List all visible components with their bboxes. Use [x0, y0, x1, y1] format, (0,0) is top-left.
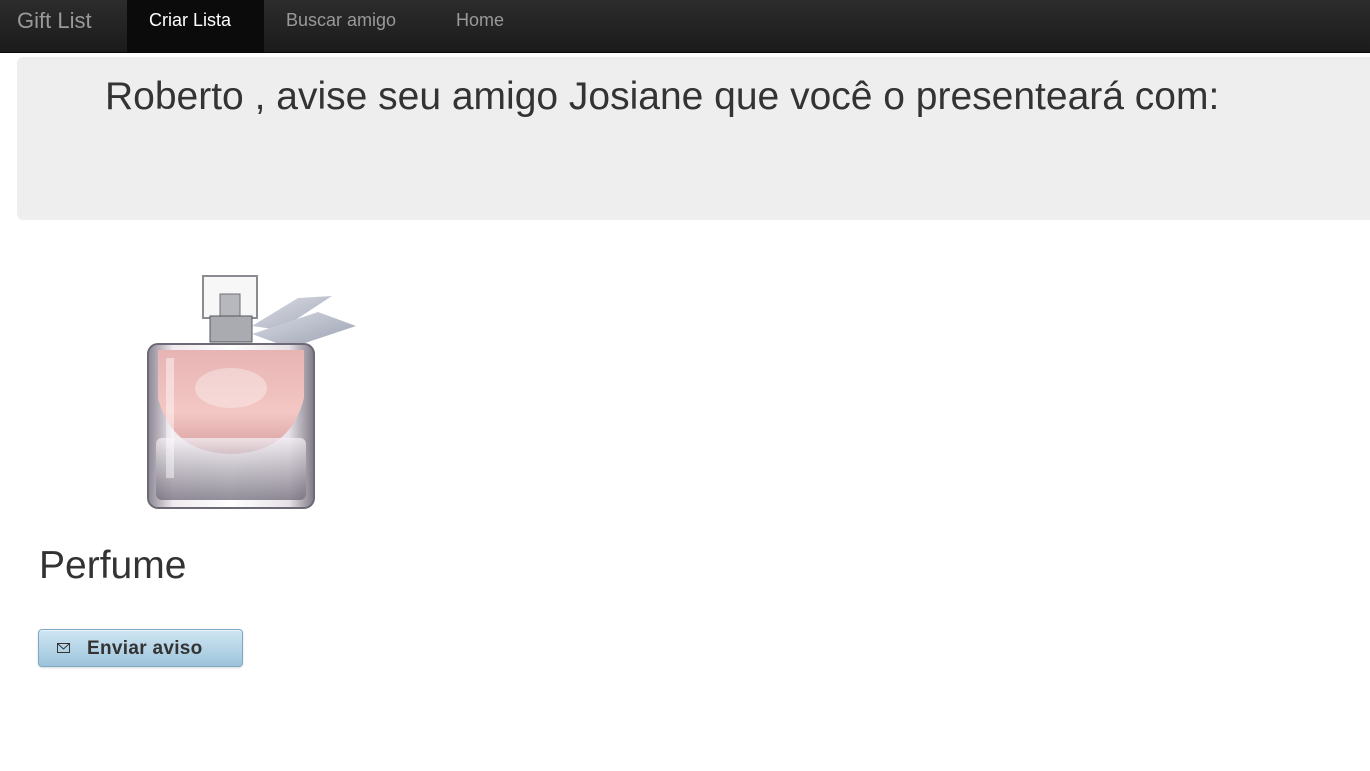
nav-item-criar-lista[interactable]: Criar Lista	[127, 0, 264, 52]
nav-item-home[interactable]: Home	[456, 0, 504, 52]
send-notice-button[interactable]: Enviar aviso	[38, 629, 243, 667]
notification-message: Roberto , avise seu amigo Josiane que vo…	[105, 75, 1220, 118]
perfume-bottle-image	[147, 275, 356, 509]
hero-unit: Roberto , avise seu amigo Josiane que vo…	[17, 57, 1370, 220]
product-name: Perfume	[39, 544, 187, 587]
top-navbar: Gift List Criar Lista Buscar amigo Home	[0, 0, 1370, 53]
send-notice-label: Enviar aviso	[87, 638, 203, 659]
brand-link[interactable]: Gift List	[17, 8, 92, 34]
nav-item-buscar-amigo[interactable]: Buscar amigo	[286, 0, 396, 52]
envelope-icon	[57, 643, 70, 653]
